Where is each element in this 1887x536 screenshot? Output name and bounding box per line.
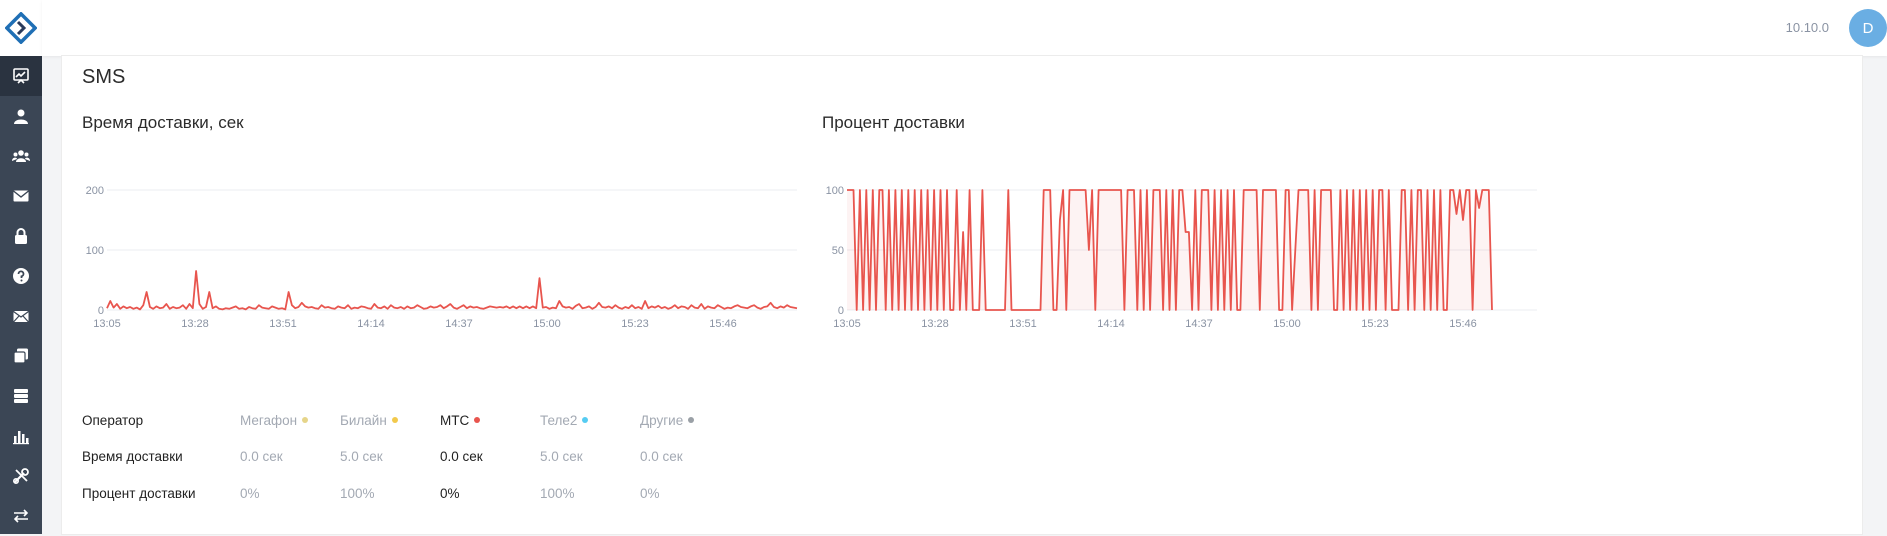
x-tick-label: 13:05 xyxy=(833,318,861,330)
operator-color-dot xyxy=(391,417,398,424)
delivery-percent-row-label: Процент доставки xyxy=(82,486,196,501)
operators-header-row: Оператор Мегафон Билайн МТС Теле2 Другие xyxy=(82,413,782,433)
tools-icon xyxy=(12,468,29,485)
sidebar-item-user[interactable] xyxy=(0,96,42,136)
series-line xyxy=(106,270,798,311)
help-circle-icon xyxy=(13,268,29,284)
delivery-time-chart: 200 100 013:05 13:28 13:51 14:14 14:37 15:00 15:… xyxy=(86,185,798,330)
x-tick-label: 13:51 xyxy=(1009,318,1037,330)
delivery-time-row-label: Время доставки xyxy=(82,449,183,464)
operator-name-text: Мегафон xyxy=(240,413,298,428)
logo-diamond-icon xyxy=(5,12,37,44)
operator-name-3[interactable]: МТС xyxy=(440,413,481,428)
x-tick-label: 13:05 xyxy=(93,318,121,330)
operator-name-1[interactable]: Мегафон xyxy=(240,413,309,428)
x-tick-label: 13:51 xyxy=(269,318,297,330)
operator-time-value: 0.0 сек xyxy=(440,449,483,464)
operator-time-value: 0.0 сек xyxy=(240,449,283,464)
sidebar xyxy=(0,0,42,534)
version-label: 10.10.0 xyxy=(1785,20,1829,35)
y-tick-label: 0 xyxy=(98,305,104,317)
operator-name-text: МТС xyxy=(440,413,470,428)
users-group-icon xyxy=(12,150,30,162)
x-tick-label: 14:37 xyxy=(445,318,473,330)
x-tick-label: 15:46 xyxy=(709,318,737,330)
operator-percent-value: 100% xyxy=(340,486,375,501)
lock-icon xyxy=(15,228,27,244)
sms-card: SMS Время доставки, сек 200 100 0 13:05 13:2… xyxy=(62,56,1862,534)
sidebar-item-envelope-open[interactable] xyxy=(0,296,42,336)
operator-name-text: Билайн xyxy=(340,413,387,428)
logo[interactable] xyxy=(0,0,42,56)
y-tick-label: 0 xyxy=(838,305,844,317)
envelope-open-icon xyxy=(13,311,29,323)
operator-color-dot xyxy=(302,417,309,424)
sidebar-item-lock[interactable] xyxy=(0,216,42,256)
x-tick-label: 14:37 xyxy=(1185,318,1213,330)
sidebar-item-bar-chart[interactable] xyxy=(0,416,42,456)
operator-color-dot xyxy=(474,417,481,424)
x-tick-label: 15:00 xyxy=(533,318,561,330)
operator-name-5[interactable]: Другие xyxy=(640,413,695,428)
operator-time-value: 5.0 сек xyxy=(540,449,583,464)
operator-percent-value: 0% xyxy=(240,486,260,501)
sidebar-item-help-circle[interactable] xyxy=(0,256,42,296)
x-tick-label: 15:23 xyxy=(621,318,649,330)
operator-percent-value: 100% xyxy=(540,486,575,501)
delivery-percent-row: Процент доставки 0% 100% 0% 100% 0% xyxy=(82,486,782,506)
delivery-percent-chart-title: Процент доставки xyxy=(822,113,965,132)
y-tick-label: 100 xyxy=(826,185,844,197)
operator-color-dot xyxy=(582,417,589,424)
sidebar-item-transfer-arrows[interactable] xyxy=(0,496,42,536)
delivery-time-chart-title: Время доставки, сек xyxy=(82,113,244,132)
x-tick-label: 13:28 xyxy=(181,318,209,330)
operator-name-2[interactable]: Билайн xyxy=(340,413,398,428)
x-tick-label: 15:23 xyxy=(1361,318,1389,330)
top-bar: 10.10.0 D xyxy=(42,0,1887,56)
x-tick-label: 15:46 xyxy=(1449,318,1477,330)
envelope-icon xyxy=(13,190,29,202)
operator-time-value: 0.0 сек xyxy=(640,449,683,464)
y-tick-label: 50 xyxy=(832,245,844,257)
operator-percent-value: 0% xyxy=(640,486,660,501)
transfer-arrows-icon xyxy=(13,509,29,523)
operator-time-value: 5.0 сек xyxy=(340,449,383,464)
sidebar-item-database[interactable] xyxy=(0,376,42,416)
operator-name-text: Теле2 xyxy=(540,413,578,428)
section-title: SMS xyxy=(82,66,126,88)
operator-percent-value: 0% xyxy=(440,486,460,501)
monitoring-chart-icon xyxy=(13,68,29,84)
user-avatar[interactable]: D xyxy=(1849,9,1887,47)
sidebar-item-monitoring-chart[interactable] xyxy=(0,56,42,96)
copy-stack-icon xyxy=(13,348,28,364)
sidebar-item-tools[interactable] xyxy=(0,456,42,496)
y-tick-label: 100 xyxy=(86,245,104,257)
x-tick-label: 13:28 xyxy=(921,318,949,330)
operator-header-label: Оператор xyxy=(82,413,144,428)
user-icon xyxy=(14,109,28,124)
x-tick-label: 14:14 xyxy=(1097,318,1125,330)
bar-chart-icon xyxy=(13,431,29,445)
sidebar-item-envelope[interactable] xyxy=(0,176,42,216)
operator-color-dot xyxy=(688,417,695,424)
x-tick-label: 15:00 xyxy=(1273,318,1301,330)
sidebar-item-copy-stack[interactable] xyxy=(0,336,42,376)
operator-name-text: Другие xyxy=(640,413,684,428)
delivery-time-row: Время доставки 0.0 сек 5.0 сек 0.0 сек 5.0 … xyxy=(82,449,782,469)
y-tick-label: 200 xyxy=(86,185,104,197)
database-icon xyxy=(14,389,28,403)
x-tick-label: 14:14 xyxy=(357,318,385,330)
operator-name-4[interactable]: Теле2 xyxy=(540,413,589,428)
delivery-percent-chart: 100 50 013:05 13:28 13:51 14:14 14:37 15:00 15:2… xyxy=(826,185,1537,330)
sidebar-item-users-group[interactable] xyxy=(0,136,42,176)
